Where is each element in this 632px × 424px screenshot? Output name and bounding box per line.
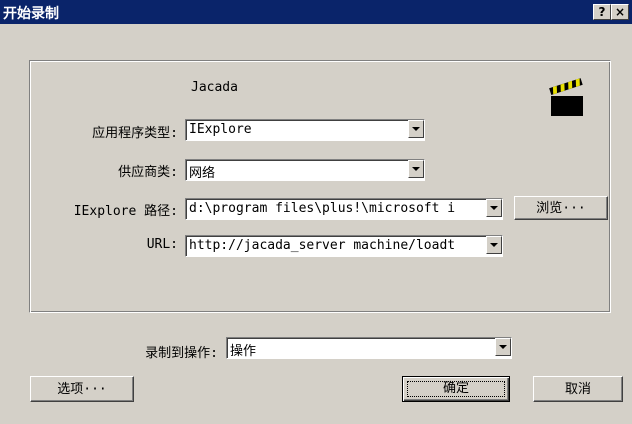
browse-button-label: 浏览··· bbox=[536, 201, 586, 216]
vendor-value: 网络 bbox=[189, 166, 216, 181]
app-type-value: IExplore bbox=[189, 122, 252, 137]
title-bar: 开始录制 ? × bbox=[0, 0, 632, 24]
vendor-combo[interactable]: 网络 bbox=[185, 159, 425, 181]
app-type-combo[interactable]: IExplore bbox=[185, 119, 425, 141]
url-combo[interactable]: http://jacada_server machine/loadt bbox=[185, 235, 503, 257]
record-to-combo[interactable]: 操作 bbox=[226, 337, 512, 359]
url-label: URL: bbox=[146, 237, 178, 252]
chevron-down-icon[interactable] bbox=[486, 236, 502, 254]
vendor-label: 供应商类: bbox=[118, 165, 178, 180]
options-button[interactable]: 选项··· bbox=[30, 376, 134, 402]
chevron-down-icon[interactable] bbox=[486, 199, 502, 217]
app-name-label: Jacada bbox=[191, 80, 238, 95]
path-value: d:\program files\plus!\microsoft i bbox=[189, 201, 456, 216]
window-title: 开始录制 bbox=[3, 6, 59, 22]
url-value: http://jacada_server machine/loadt bbox=[189, 238, 456, 253]
chevron-down-icon[interactable] bbox=[495, 338, 511, 356]
path-combo[interactable]: d:\program files\plus!\microsoft i bbox=[185, 198, 503, 220]
clapperboard-icon bbox=[547, 74, 587, 118]
options-button-label: 选项··· bbox=[57, 382, 107, 397]
settings-group bbox=[29, 60, 611, 313]
record-to-label: 录制到操作: bbox=[145, 346, 218, 361]
cancel-button-label: 取消 bbox=[564, 382, 591, 397]
app-type-label: 应用程序类型: bbox=[92, 126, 178, 141]
help-button[interactable]: ? bbox=[593, 4, 611, 20]
path-label: IExplore 路径: bbox=[73, 204, 178, 219]
ok-button-label: 确定 bbox=[442, 381, 469, 396]
close-button[interactable]: × bbox=[611, 4, 629, 20]
record-to-value: 操作 bbox=[230, 344, 257, 359]
chevron-down-icon[interactable] bbox=[408, 120, 424, 138]
cancel-button[interactable]: 取消 bbox=[533, 376, 623, 402]
ok-button[interactable]: 确定 bbox=[402, 376, 510, 402]
browse-button[interactable]: 浏览··· bbox=[514, 196, 608, 220]
chevron-down-icon[interactable] bbox=[408, 160, 424, 178]
